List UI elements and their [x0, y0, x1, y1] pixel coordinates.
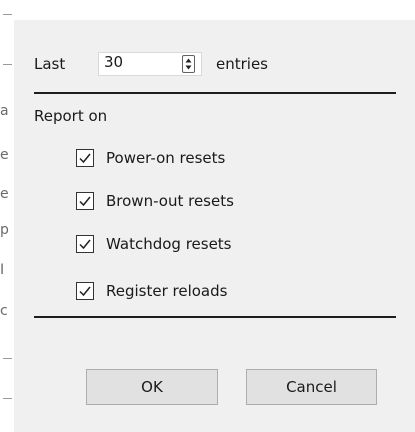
dialog-top-area	[14, 0, 415, 20]
option-label: Watchdog resets	[106, 235, 232, 253]
checkmark-icon	[79, 239, 91, 250]
background-glyph: I	[0, 262, 5, 278]
background-glyph: c	[0, 303, 8, 319]
checkmark-icon	[79, 153, 91, 164]
background-tick	[3, 64, 12, 65]
background-glyph: e	[0, 186, 9, 202]
checkbox[interactable]	[76, 149, 94, 167]
checkbox[interactable]	[76, 282, 94, 300]
report-on-heading: Report on	[34, 107, 108, 125]
background-tick	[3, 398, 12, 399]
cancel-button[interactable]: Cancel	[246, 369, 377, 405]
entries-input[interactable]	[104, 53, 164, 71]
background-tick	[3, 14, 12, 15]
background-glyph: p	[0, 222, 9, 238]
option-label: Power-on resets	[106, 149, 226, 167]
last-label: Last	[34, 55, 66, 73]
background-window-edge: a e e p I c	[0, 0, 15, 432]
ok-button[interactable]: OK	[86, 369, 218, 405]
reset-report-dialog: Last entries Report on Power-on resets B…	[14, 0, 415, 432]
bottom-divider	[34, 316, 396, 318]
spin-up-icon[interactable]	[185, 57, 192, 64]
option-label: Register reloads	[106, 282, 228, 300]
background-glyph: a	[0, 103, 9, 119]
option-label: Brown-out resets	[106, 192, 234, 210]
top-divider	[34, 92, 396, 94]
checkbox[interactable]	[76, 235, 94, 253]
checkmark-icon	[79, 286, 91, 297]
spinner-arrows-icon[interactable]	[182, 55, 195, 73]
checkbox[interactable]	[76, 192, 94, 210]
entries-suffix-label: entries	[216, 55, 268, 73]
entries-spinbox[interactable]	[98, 52, 202, 76]
spin-down-icon[interactable]	[185, 64, 192, 71]
checkmark-icon	[79, 196, 91, 207]
background-glyph: e	[0, 147, 9, 163]
background-tick	[3, 358, 12, 359]
